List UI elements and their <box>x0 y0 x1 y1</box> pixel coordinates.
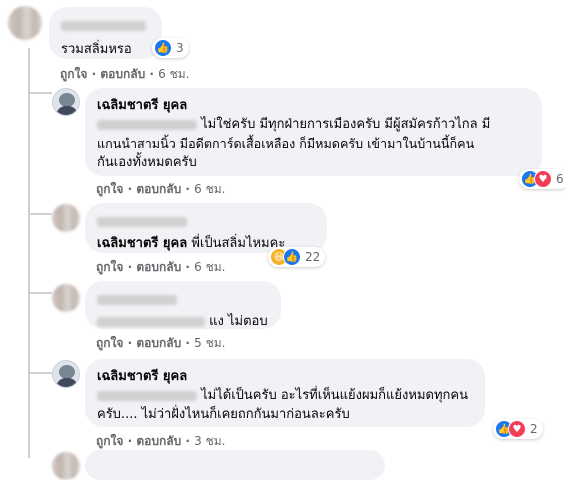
like-link[interactable]: ถูกใจ <box>96 336 123 350</box>
timestamp[interactable]: 5 ชม. <box>194 336 225 350</box>
comment-line: ไม่ใช่ครับ มีทุกฝ่ายการเมืองครับ มีผู้สม… <box>97 115 530 134</box>
comment-text: รวมสลิ่มหรอ <box>61 42 132 57</box>
comment-actions: ถูกใจ · ตอบกลับ · 6 ชม. <box>96 180 225 199</box>
comment-text: แง ไม่ตอบ <box>209 314 268 329</box>
redacted-author-name <box>97 294 177 305</box>
avatar[interactable] <box>52 452 80 480</box>
avatar[interactable] <box>52 88 80 116</box>
comment-actions: ถูกใจ · ตอบกลับ · 6 ชม. <box>60 65 189 84</box>
comment-actions: ถูกใจ · ตอบกลับ · 6 ชม. <box>96 258 225 277</box>
reply-link[interactable]: ตอบกลับ <box>136 182 181 196</box>
timestamp[interactable]: 6 ชม. <box>158 67 189 81</box>
reply-link[interactable]: ตอบกลับ <box>136 260 181 274</box>
comment-line: ไม่ได้เป็นครับ อะไรที่เห็นแย้งผมก็แย้งหม… <box>97 386 473 405</box>
like-link[interactable]: ถูกใจ <box>96 182 123 196</box>
reply-link[interactable]: ตอบกลับ <box>136 336 181 350</box>
reaction-summary[interactable]: 👍 3 <box>152 38 189 58</box>
comment-line: แง ไม่ตอบ <box>97 312 269 331</box>
author-name[interactable]: เฉลิมชาตรี ยุคล <box>97 367 473 386</box>
reply-link[interactable]: ตอบกลับ <box>100 67 145 81</box>
reply-link[interactable]: ตอบกลับ <box>136 434 181 448</box>
redacted-author-name <box>97 216 187 227</box>
comment-bubble: เฉลิมชาตรี ยุคล ไม่ได้เป็นครับ อะไรที่เห… <box>85 359 485 427</box>
comment-text-line-1: ไม่ได้เป็นครับ อะไรที่เห็นแย้งผมก็แย้งหม… <box>201 388 469 403</box>
thread-line-branch <box>28 213 52 215</box>
timestamp[interactable]: 6 ชม. <box>194 182 225 196</box>
separator: · <box>185 434 190 448</box>
avatar[interactable] <box>52 284 80 312</box>
like-link[interactable]: ถูกใจ <box>96 434 123 448</box>
like-icon: 👍 <box>283 248 301 266</box>
separator: · <box>185 182 190 196</box>
reaction-summary[interactable]: 😆 👍 22 <box>268 247 326 267</box>
comment-text-line-2: แกนนำสามนิ้ว มีอดีตการ์ดเสื้อเหลือง ก็มี… <box>97 136 475 151</box>
comment-text-line-3: กันเองทั้งหมดครับ <box>97 155 197 170</box>
comment-actions: ถูกใจ · ตอบกลับ · 3 ชม. <box>96 432 225 451</box>
comment-bubble: รวมสลิ่มหรอ <box>49 7 162 59</box>
avatar-face <box>59 365 75 379</box>
author-name[interactable]: เฉลิมชาตรี ยุคล <box>97 96 530 115</box>
comment-bubble: เฉลิมชาตรี ยุคล ไม่ใช่ครับ มีทุกฝ่ายการเ… <box>85 88 542 176</box>
redacted-mention <box>97 119 197 130</box>
avatar-body <box>56 378 78 387</box>
avatar[interactable] <box>52 204 80 232</box>
like-link[interactable]: ถูกใจ <box>96 260 123 274</box>
avatar[interactable] <box>52 360 80 388</box>
reaction-count: 6 <box>556 172 564 186</box>
separator: · <box>127 182 133 196</box>
separator: · <box>185 260 190 274</box>
reaction-count: 2 <box>530 422 538 436</box>
redacted-mention <box>97 316 205 327</box>
love-icon: ♥ <box>534 170 552 188</box>
separator: · <box>91 67 97 81</box>
separator: · <box>185 336 190 350</box>
thread-line-branch <box>28 292 52 294</box>
separator: · <box>127 260 133 274</box>
comment-text-line-1: ไม่ใช่ครับ มีทุกฝ่ายการเมืองครับ มีผู้สม… <box>201 117 491 132</box>
avatar-body <box>56 106 78 115</box>
separator: · <box>149 67 154 81</box>
avatar-face <box>59 93 75 107</box>
redacted-mention <box>97 390 197 401</box>
comment-actions: ถูกใจ · ตอบกลับ · 5 ชม. <box>96 334 225 353</box>
reaction-count: 22 <box>305 250 321 264</box>
comment-bubble: เฉลิมชาตรี ยุคล พี่เป็นสลิ่มไหมคะ <box>85 203 327 253</box>
like-link[interactable]: ถูกใจ <box>60 67 87 81</box>
comment-text-line-2: ครับ.... ไม่ว่าฝั่งไหนก็เคยถกกันมาก่อนละ… <box>97 407 350 422</box>
comment-bubble: แง ไม่ตอบ <box>85 281 281 329</box>
thread-line-branch <box>28 92 52 94</box>
mention-link[interactable]: เฉลิมชาตรี ยุคล <box>97 236 187 251</box>
thread-line-branch <box>28 372 52 374</box>
separator: · <box>127 434 133 448</box>
like-icon: 👍 <box>154 39 172 57</box>
reaction-summary[interactable]: 👍 ♥ 2 <box>493 419 543 439</box>
love-icon: ♥ <box>508 420 526 438</box>
timestamp[interactable]: 6 ชม. <box>194 260 225 274</box>
avatar[interactable] <box>8 6 42 40</box>
redacted-author-name <box>61 21 146 31</box>
timestamp[interactable]: 3 ชม. <box>194 434 225 448</box>
thread-line <box>28 48 30 458</box>
reaction-count: 3 <box>176 41 184 55</box>
comment-bubble <box>85 450 385 480</box>
reaction-summary[interactable]: 👍 ♥ 6 <box>519 169 565 189</box>
separator: · <box>127 336 133 350</box>
